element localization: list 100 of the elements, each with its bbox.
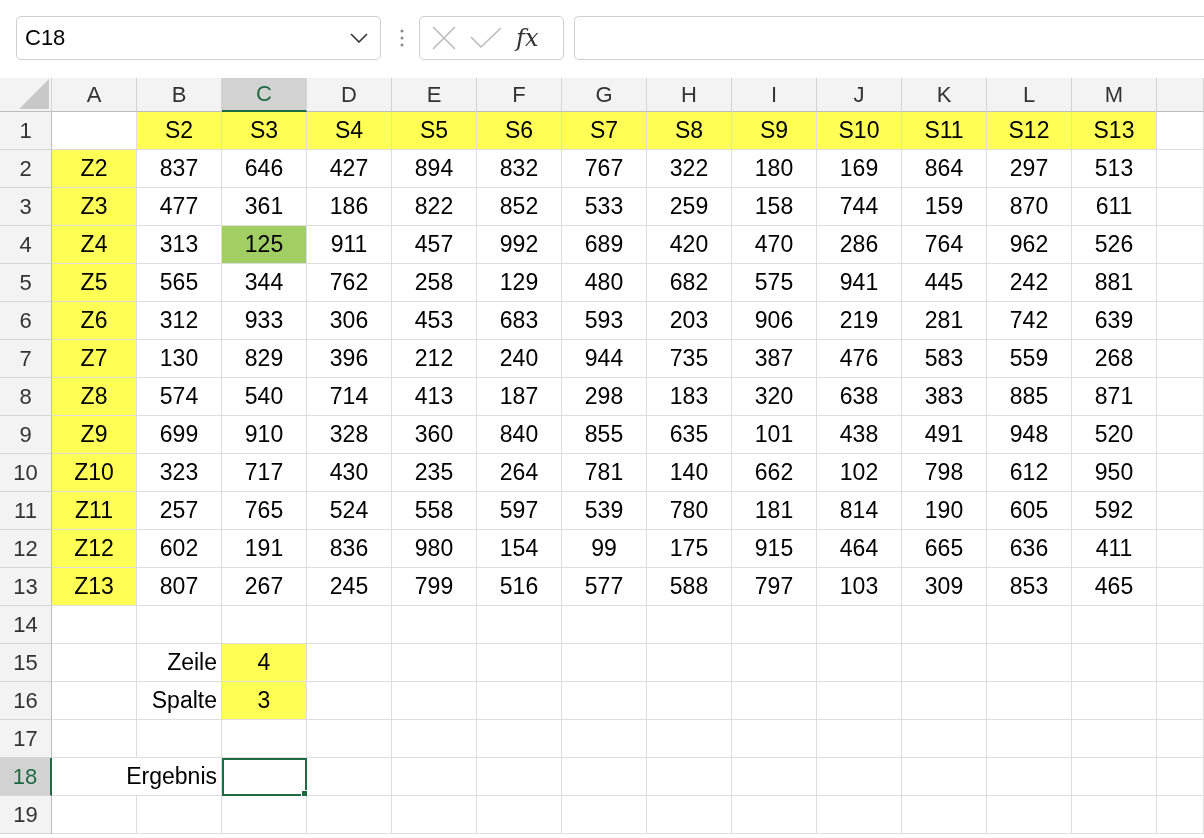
table-cell: 103 [817, 568, 902, 606]
table-cell: 822 [392, 188, 477, 226]
table-cell: Z11 [52, 492, 137, 530]
column-header[interactable]: E [392, 78, 477, 112]
table-cell: 592 [1072, 492, 1157, 530]
table-cell: 258 [392, 264, 477, 302]
table-cell: 306 [307, 302, 392, 340]
table-cell: 699 [137, 416, 222, 454]
row-header[interactable]: 13 [0, 568, 52, 606]
table-cell [1157, 796, 1204, 834]
table-cell: 881 [1072, 264, 1157, 302]
column-header[interactable]: M [1072, 78, 1157, 112]
row-header[interactable]: 6 [0, 302, 52, 340]
row-header[interactable]: 14 [0, 606, 52, 644]
table-cell: 853 [987, 568, 1072, 606]
table-cell: 438 [817, 416, 902, 454]
column-header[interactable]: G [562, 78, 647, 112]
table-cell: 259 [647, 188, 732, 226]
insert-function-button[interactable]: fx [516, 24, 539, 52]
table-cell: 169 [817, 150, 902, 188]
table-cell: 470 [732, 226, 817, 264]
table-cell: 203 [647, 302, 732, 340]
table-cell [1157, 150, 1204, 188]
table-cell: 611 [1072, 188, 1157, 226]
row-header[interactable]: 8 [0, 378, 52, 416]
table-cell: 948 [987, 416, 1072, 454]
row-header[interactable]: 17 [0, 720, 52, 758]
table-cell: 413 [392, 378, 477, 416]
row-header[interactable]: 15 [0, 644, 52, 682]
table-cell: 635 [647, 416, 732, 454]
table-cell: 962 [987, 226, 1072, 264]
table-cell: 799 [392, 568, 477, 606]
table-cell: 457 [392, 226, 477, 264]
table-cell: 944 [562, 340, 647, 378]
table-cell: 885 [987, 378, 1072, 416]
table-cell: 513 [1072, 150, 1157, 188]
table-cell: 383 [902, 378, 987, 416]
table-cell [1157, 682, 1204, 720]
cancel-icon[interactable] [432, 26, 456, 50]
table-cell: 638 [817, 378, 902, 416]
table-cell: 4 [222, 644, 307, 682]
table-cell [1157, 720, 1204, 758]
table-cell: 140 [647, 454, 732, 492]
more-options-icon[interactable] [400, 28, 404, 48]
table-cell: 540 [222, 378, 307, 416]
column-header[interactable] [1157, 78, 1204, 112]
dropdown-caret-icon[interactable] [350, 33, 368, 43]
table-cell: 187 [477, 378, 562, 416]
column-header[interactable]: I [732, 78, 817, 112]
table-cell: 476 [817, 340, 902, 378]
row-header[interactable]: 9 [0, 416, 52, 454]
row-header[interactable]: 10 [0, 454, 52, 492]
table-cell: Ergebnis [52, 758, 222, 796]
table-cell: 612 [987, 454, 1072, 492]
column-header[interactable]: F [477, 78, 562, 112]
column-header[interactable]: K [902, 78, 987, 112]
table-cell: 744 [817, 188, 902, 226]
select-all-corner[interactable] [0, 78, 52, 112]
table-cell: 689 [562, 226, 647, 264]
table-cell: 662 [732, 454, 817, 492]
column-header[interactable]: C [222, 78, 307, 112]
row-header[interactable]: 11 [0, 492, 52, 530]
table-cell: S5 [392, 112, 477, 150]
table-cell [1157, 492, 1204, 530]
table-cell: S3 [222, 112, 307, 150]
table-cell: 158 [732, 188, 817, 226]
table-cell: 593 [562, 302, 647, 340]
row-header[interactable]: 18 [0, 758, 52, 796]
table-cell [1157, 416, 1204, 454]
table-cell: 575 [732, 264, 817, 302]
row-header[interactable]: 16 [0, 682, 52, 720]
column-header[interactable]: L [987, 78, 1072, 112]
table-cell: 682 [647, 264, 732, 302]
row-header[interactable]: 19 [0, 796, 52, 834]
row-header[interactable]: 12 [0, 530, 52, 568]
table-cell: Z5 [52, 264, 137, 302]
column-header[interactable]: B [137, 78, 222, 112]
table-cell: 125 [222, 226, 307, 264]
column-header[interactable]: H [647, 78, 732, 112]
column-header[interactable]: J [817, 78, 902, 112]
formula-input[interactable] [574, 16, 1204, 60]
table-cell: 396 [307, 340, 392, 378]
row-header[interactable]: 7 [0, 340, 52, 378]
column-header[interactable]: D [307, 78, 392, 112]
row-header[interactable]: 4 [0, 226, 52, 264]
column-header[interactable]: A [52, 78, 137, 112]
row-header[interactable]: 3 [0, 188, 52, 226]
table-cell: Z12 [52, 530, 137, 568]
table-cell: S12 [987, 112, 1072, 150]
row-header[interactable]: 1 [0, 112, 52, 150]
row-header[interactable]: 2 [0, 150, 52, 188]
active-cell[interactable] [222, 758, 307, 796]
table-cell: 533 [562, 188, 647, 226]
row-header[interactable]: 5 [0, 264, 52, 302]
table-cell: 520 [1072, 416, 1157, 454]
name-box[interactable]: C18 [16, 16, 381, 60]
table-cell: 840 [477, 416, 562, 454]
checkmark-icon[interactable] [470, 27, 502, 49]
table-cell: 588 [647, 568, 732, 606]
table-cell: 181 [732, 492, 817, 530]
